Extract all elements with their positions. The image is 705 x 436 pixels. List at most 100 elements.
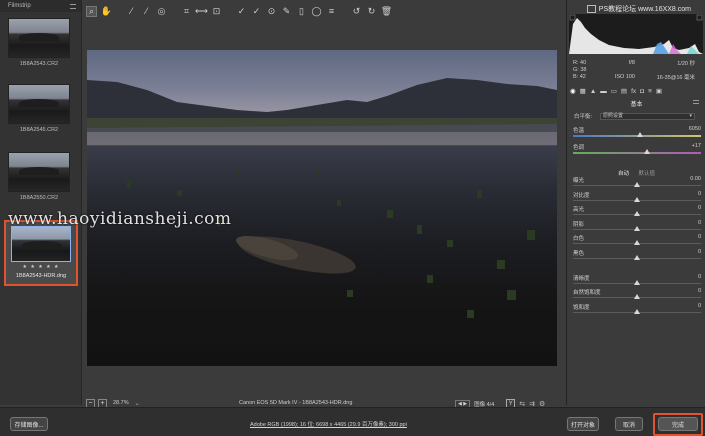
lens-tab-icon[interactable]: ▤ bbox=[621, 87, 627, 95]
filmstrip-header: Filmstrip bbox=[0, 0, 81, 12]
section-menu-icon[interactable] bbox=[693, 100, 699, 104]
thumbnail-image bbox=[8, 84, 70, 124]
rgb-readout: B: 42 bbox=[573, 73, 586, 80]
iso: ISO 100 bbox=[614, 73, 635, 80]
slider-value[interactable]: 0 bbox=[698, 234, 701, 240]
hsl-tab-icon[interactable]: ▬ bbox=[600, 88, 607, 95]
adjustment-brush-icon[interactable]: ✎ bbox=[281, 6, 292, 17]
slider-value[interactable]: +17 bbox=[692, 143, 701, 149]
tone-slider[interactable]: 饱和度 0 bbox=[573, 303, 701, 317]
white-balance-tool-icon[interactable]: ⁄ bbox=[126, 6, 137, 17]
basic-tab-icon[interactable]: ◉ bbox=[570, 87, 576, 95]
targeted-adjustment-icon[interactable]: ◎ bbox=[156, 6, 167, 17]
slider-value[interactable]: 0.00 bbox=[690, 176, 701, 182]
crop-tool-icon[interactable]: ⌗ bbox=[181, 6, 192, 17]
slider-thumb[interactable] bbox=[644, 149, 651, 154]
zoom-level[interactable]: 28.7% bbox=[113, 400, 129, 406]
exif-info: R: 40 f/8 1/20 秒 G: 38 B: 42 ISO 100 16-… bbox=[573, 59, 703, 81]
tone-slider[interactable]: 对比度 0 bbox=[573, 191, 701, 205]
filmstrip-item-selected[interactable]: ★ ★ ★ ★ ★ 1B8A2543-HDR.dng bbox=[4, 220, 78, 286]
slider-thumb[interactable] bbox=[634, 294, 640, 300]
filmstrip-item[interactable]: 1B8A2550.CR2 bbox=[8, 152, 70, 201]
rotate-left-icon[interactable]: ↺ bbox=[351, 6, 362, 17]
shutter-speed: 1/20 秒 bbox=[677, 60, 695, 67]
slider-value[interactable]: 0 bbox=[698, 220, 701, 226]
snapshots-tab-icon[interactable]: ▣ bbox=[656, 87, 662, 95]
slider-value[interactable]: 0 bbox=[698, 191, 701, 197]
camera-calibration-tab-icon[interactable]: ◘ bbox=[640, 88, 644, 95]
thumbnail-label: 1B8A2543-HDR.dng bbox=[15, 273, 67, 279]
split-toning-tab-icon[interactable]: ▭ bbox=[611, 87, 617, 95]
slider-track[interactable] bbox=[573, 152, 701, 154]
slider-value[interactable]: 0 bbox=[698, 274, 701, 280]
tone-slider[interactable]: 阴影 0 bbox=[573, 220, 701, 234]
adjustment-panel: PS教程论坛 www.16XX8.com R: 40 f/8 1/20 秒 G:… bbox=[566, 0, 705, 405]
slider-value[interactable]: 0 bbox=[698, 303, 701, 309]
slider-thumb[interactable] bbox=[634, 182, 640, 187]
logo-icon bbox=[586, 5, 596, 14]
slider-value[interactable]: 0 bbox=[698, 205, 701, 211]
camera-raw-window: Filmstrip 1B8A2543.CR2 1B8A2545.CR2 1B8A… bbox=[0, 0, 705, 436]
slider-label: 高光 bbox=[573, 207, 585, 214]
presets-tab-icon[interactable]: ≡ bbox=[648, 88, 652, 95]
effects-tab-icon[interactable]: fx bbox=[631, 88, 636, 95]
color-sampler-icon[interactable]: ⁄ bbox=[141, 6, 152, 17]
open-object-button[interactable]: 打开对象 bbox=[567, 417, 599, 431]
list-icon[interactable]: ≡ bbox=[326, 6, 337, 17]
slider-value[interactable]: 0 bbox=[698, 249, 701, 255]
workflow-options-link[interactable]: Adobe RGB (1998); 16 位; 6698 x 4465 (29.… bbox=[250, 420, 407, 428]
tone-slider[interactable]: 自然饱和度 0 bbox=[573, 288, 701, 302]
forum-watermark-text: PS教程论坛 www.16XX8.com bbox=[598, 6, 691, 13]
slider-thumb[interactable] bbox=[634, 225, 640, 231]
tone-slider[interactable]: 白色 0 bbox=[573, 234, 701, 248]
zoom-tool-icon[interactable]: ⌕ bbox=[86, 5, 97, 17]
graduated-filter-icon[interactable]: ▯ bbox=[296, 6, 307, 17]
watermark: www.haoyidiansheji.com bbox=[8, 209, 232, 229]
trash-icon[interactable]: 🗑 bbox=[381, 6, 392, 17]
thumbnail-image bbox=[8, 152, 70, 192]
wb-dropdown[interactable]: 原照设置 bbox=[600, 112, 695, 120]
straighten-tool-icon[interactable]: ⟷ bbox=[195, 6, 208, 17]
tone-curve-tab-icon[interactable]: ▦ bbox=[580, 87, 586, 95]
transform-tool-icon[interactable]: ⊡ bbox=[211, 6, 222, 17]
filmstrip-menu-icon[interactable] bbox=[70, 3, 76, 9]
tone-slider[interactable]: 清晰度 0 bbox=[573, 274, 701, 288]
slider-label: 自然饱和度 bbox=[573, 290, 601, 297]
temperature-slider[interactable]: 色温 6050 bbox=[573, 126, 701, 140]
slider-label: 黑色 bbox=[573, 251, 585, 257]
exif-row: R: 40 f/8 1/20 秒 bbox=[573, 59, 703, 67]
tone-slider[interactable]: 黑色 0 bbox=[573, 249, 701, 263]
tint-slider[interactable]: 色调 +17 bbox=[573, 143, 701, 157]
lens-info: 16-35@16 毫米 bbox=[656, 74, 695, 81]
cancel-button[interactable]: 取消 bbox=[615, 417, 643, 431]
slider-thumb[interactable] bbox=[636, 132, 643, 137]
detail-tab-icon[interactable]: ▲ bbox=[590, 88, 596, 95]
filmstrip-item[interactable]: 1B8A2543.CR2 bbox=[8, 18, 70, 67]
slider-thumb[interactable] bbox=[634, 240, 640, 246]
rgb-readout: R: 40 bbox=[573, 59, 587, 66]
slider-thumb[interactable] bbox=[634, 308, 640, 314]
chevron-down-icon[interactable]: ⌄ bbox=[135, 400, 140, 407]
bottom-bar: 存储图像... Adobe RGB (1998); 16 位; 6698 x 4… bbox=[0, 407, 705, 436]
thumbnail-label: 1B8A2545.CR2 bbox=[19, 127, 59, 133]
slider-thumb[interactable] bbox=[634, 279, 640, 285]
filmstrip-item[interactable]: 1B8A2545.CR2 bbox=[8, 84, 70, 133]
red-eye-icon[interactable]: ✓ bbox=[251, 6, 262, 17]
slider-thumb[interactable] bbox=[634, 211, 640, 217]
tone-slider[interactable]: 高光 0 bbox=[573, 205, 701, 219]
rating-stars[interactable]: ★ ★ ★ ★ ★ bbox=[6, 264, 76, 270]
panel-tabs: ◉ ▦ ▲ ▬ ▭ ▤ fx ◘ ≡ ▣ bbox=[570, 86, 703, 96]
done-button[interactable]: 完成 bbox=[658, 417, 698, 431]
rgb-readout: G: 38 bbox=[573, 66, 587, 73]
slider-value[interactable]: 6050 bbox=[689, 126, 701, 132]
slider-thumb[interactable] bbox=[634, 196, 640, 202]
rotate-right-icon[interactable]: ↻ bbox=[366, 6, 377, 17]
hand-tool-icon[interactable]: ✋ bbox=[101, 6, 112, 17]
slider-value[interactable]: 0 bbox=[698, 288, 701, 294]
radial-filter-icon[interactable]: ◯ bbox=[311, 6, 322, 17]
eye-icon[interactable]: ⊙ bbox=[266, 6, 277, 17]
spot-removal-icon[interactable]: ✓ bbox=[236, 6, 247, 17]
slider-thumb[interactable] bbox=[634, 255, 640, 260]
tone-slider[interactable]: 曝光 0.00 bbox=[573, 176, 701, 190]
save-image-button[interactable]: 存储图像... bbox=[10, 417, 48, 431]
